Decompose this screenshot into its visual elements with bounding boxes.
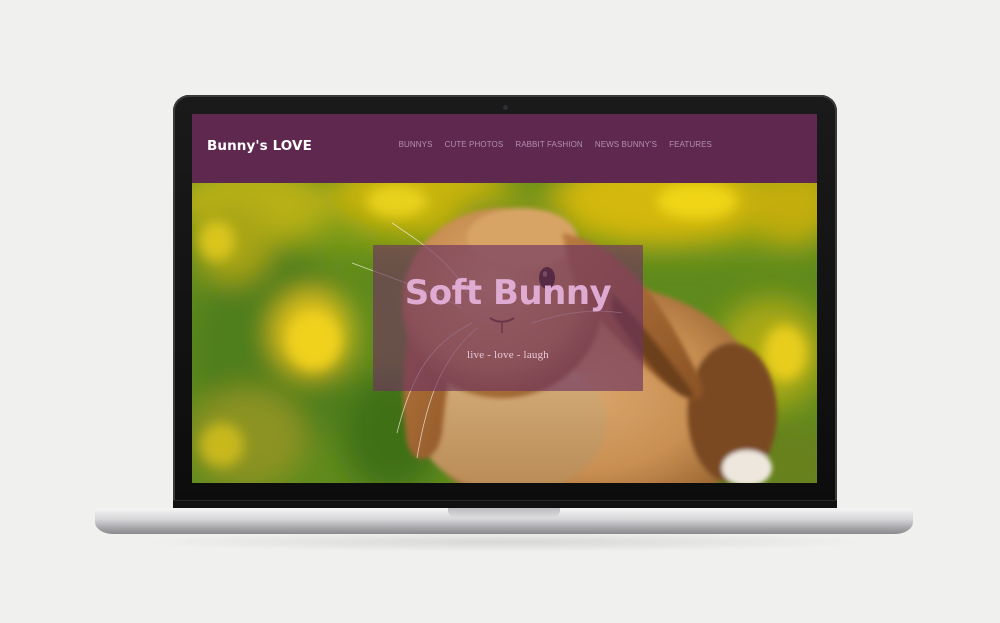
site-brand[interactable]: Bunny's LOVE [207,138,312,154]
hero-title: Soft Bunny [404,273,612,313]
nav-item-news-bunnys[interactable]: NEWS BUNNY'S [595,140,657,149]
camera-icon [503,105,508,110]
hero-tagline: live - love - laugh [467,349,549,361]
mockup-scene: Bunny's LOVE BUNNYS CUTE PHOTOS RABBIT F… [0,0,1000,623]
hero-section: Soft Bunny live - love - laugh [192,183,817,483]
hero-overlay-box: Soft Bunny live - love - laugh [373,245,643,391]
nav-item-features[interactable]: FEATURES [669,140,712,149]
trackpad-notch [448,508,560,518]
laptop-base [95,508,913,534]
laptop-lid: Bunny's LOVE BUNNYS CUTE PHOTOS RABBIT F… [173,95,837,511]
nav-item-cute-photos[interactable]: CUTE PHOTOS [445,140,504,149]
nav-menu: BUNNYS CUTE PHOTOS RABBIT FASHION NEWS B… [399,140,712,149]
laptop-shadow [130,532,878,552]
nav-item-bunnys[interactable]: BUNNYS [399,140,433,149]
nav-item-rabbit-fashion[interactable]: RABBIT FASHION [515,140,583,149]
site-navbar: Bunny's LOVE BUNNYS CUTE PHOTOS RABBIT F… [192,114,817,183]
laptop-screen: Bunny's LOVE BUNNYS CUTE PHOTOS RABBIT F… [192,114,817,483]
